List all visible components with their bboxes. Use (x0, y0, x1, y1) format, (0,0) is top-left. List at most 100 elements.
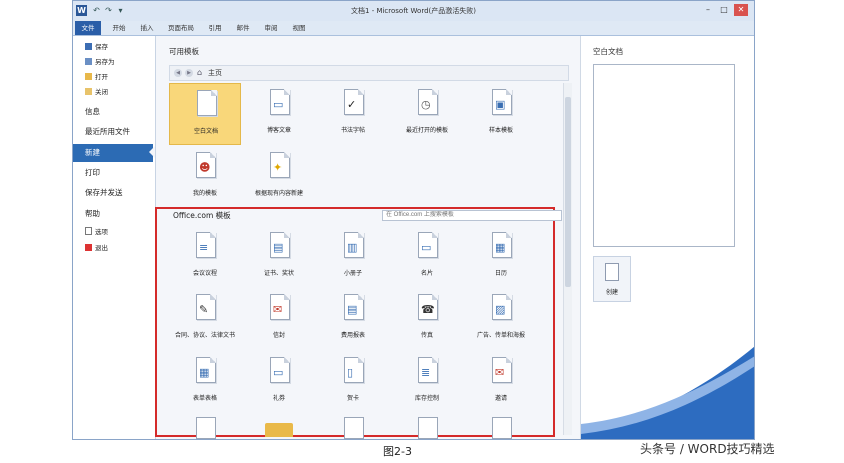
open-folder-icon (85, 73, 92, 80)
template-forms[interactable]: ▦ 表单表格 (169, 351, 241, 413)
template-label: 贺卡 (346, 395, 359, 402)
partial-template-icon[interactable] (418, 417, 438, 439)
tab-file[interactable]: 文件 (75, 21, 101, 35)
tab-review[interactable]: 审阅 (259, 21, 283, 35)
tab-page-layout[interactable]: 页面布局 (163, 21, 199, 35)
template-fax[interactable]: ☎ 传真 (391, 288, 463, 350)
template-label: 传真 (420, 332, 433, 339)
list-icon: ≣ (421, 366, 431, 379)
template-business-cards[interactable]: ▭ 名片 (391, 226, 463, 288)
tab-view[interactable]: 视图 (287, 21, 311, 35)
template-label: 广告、传单和海报 (476, 332, 525, 339)
template-label: 博客文章 (266, 127, 291, 134)
template-flyers[interactable]: ▨ 广告、传单和海报 (465, 288, 537, 350)
forward-icon[interactable]: ▶ (185, 69, 193, 77)
office-search-input[interactable] (382, 210, 562, 221)
nav-help[interactable]: 帮助 (85, 206, 100, 222)
template-recent[interactable]: ◷ 最近打开的模板 (391, 83, 463, 145)
template-blog-post[interactable]: ▭ 博客文章 (243, 83, 315, 145)
templates-scrollbar[interactable] (563, 83, 572, 435)
template-calligraphy[interactable]: ✓ 书法字帖 (317, 83, 389, 145)
available-templates-heading: 可用模板 (169, 47, 199, 56)
template-invitations[interactable]: ✉ 邀请 (465, 351, 537, 413)
template-label: 书法字帖 (340, 127, 365, 134)
template-sample[interactable]: ▣ 样本模板 (465, 83, 537, 145)
close-document-icon (85, 88, 92, 95)
template-label: 名片 (420, 270, 433, 277)
create-button[interactable]: 创建 (593, 256, 631, 302)
star-icon: ✦ (273, 161, 283, 174)
minimize-button[interactable]: – (701, 4, 715, 16)
window-title: 文档1 - Microsoft Word(产品激活失败) (351, 7, 476, 15)
template-calendars[interactable]: ▦ 日历 (465, 226, 537, 288)
card-fold-icon: ▯ (347, 366, 354, 379)
calendar-icon: ▦ (495, 241, 506, 254)
breadcrumb: ◀ ▶ ⌂ 主页 (169, 65, 569, 81)
folder-icon[interactable] (265, 423, 293, 437)
monitor-icon: ▣ (495, 98, 506, 111)
close-button[interactable]: ✕ (734, 4, 748, 16)
nav-close[interactable]: 关闭 (85, 86, 108, 98)
template-label: 表单表格 (192, 395, 217, 402)
decorative-swoosh (581, 346, 754, 439)
nav-save-as-label: 另存为 (95, 58, 115, 66)
template-from-existing[interactable]: ✦ 根据现有内容新建 (243, 146, 315, 208)
nav-open-label: 打开 (95, 73, 108, 81)
create-label: 创建 (605, 289, 618, 296)
home-icon[interactable]: ⌂ (197, 68, 206, 77)
tab-mailings[interactable]: 邮件 (231, 21, 255, 35)
breadcrumb-home[interactable]: 主页 (208, 66, 222, 80)
template-gift-certificates[interactable]: ▭ 礼券 (243, 351, 315, 413)
fax-icon: ☎ (421, 303, 435, 316)
tab-home[interactable]: 开始 (107, 21, 131, 35)
signature-icon: ✎ (199, 303, 209, 316)
nav-save-send[interactable]: 保存并发送 (85, 185, 123, 201)
tab-insert[interactable]: 插入 (135, 21, 159, 35)
tab-references[interactable]: 引用 (203, 21, 227, 35)
nav-exit-label: 退出 (95, 244, 108, 252)
nav-open[interactable]: 打开 (85, 71, 108, 83)
template-meeting-agenda[interactable]: ≡ 会议议程 (169, 226, 241, 288)
template-envelopes[interactable]: ✉ 信封 (243, 288, 315, 350)
template-brochures[interactable]: ▥ 小册子 (317, 226, 389, 288)
watermark-text: 头条号 / WORD技巧精选 (640, 442, 775, 456)
template-my-templates[interactable]: ☻ 我的模板 (169, 146, 241, 208)
nav-close-label: 关闭 (95, 88, 108, 96)
nav-recent[interactable]: 最近所用文件 (85, 124, 130, 140)
grid-icon: ▦ (199, 366, 210, 379)
ticket-icon: ▭ (273, 366, 284, 379)
template-expense-reports[interactable]: ▤ 费用报表 (317, 288, 389, 350)
maximize-button[interactable]: □ (717, 4, 731, 16)
invite-icon: ✉ (495, 366, 505, 379)
template-label: 证书、奖状 (263, 270, 294, 277)
template-contracts[interactable]: ✎ 合同、协议、法律文书 (169, 288, 241, 350)
office-templates-title: Office.com 模板 (173, 211, 231, 220)
nav-print[interactable]: 打印 (85, 165, 100, 181)
template-label: 最近打开的模板 (405, 127, 448, 134)
table-icon: ▤ (347, 303, 358, 316)
template-greeting-cards[interactable]: ▯ 贺卡 (317, 351, 389, 413)
back-icon[interactable]: ◀ (174, 69, 182, 77)
partial-template-icon[interactable] (492, 417, 512, 439)
nav-options[interactable]: 选项 (85, 226, 108, 238)
title-bar: W ↶ ↷ ▾ 文档1 - Microsoft Word(产品激活失败) – □… (73, 1, 754, 22)
template-blank-document[interactable]: 空白文档 (169, 83, 241, 145)
template-label: 信封 (272, 332, 285, 339)
template-certificates[interactable]: ▤ 证书、奖状 (243, 226, 315, 288)
preview-pane: 空白文档 创建 (580, 36, 754, 439)
template-label: 库存控制 (414, 395, 439, 402)
nav-info[interactable]: 信息 (85, 104, 100, 120)
award-icon: ▤ (273, 241, 284, 254)
template-label: 日历 (494, 270, 507, 277)
template-label: 费用报表 (340, 332, 365, 339)
nav-new[interactable]: 新建 (73, 144, 153, 162)
scrollbar-thumb[interactable] (565, 97, 571, 287)
nav-save[interactable]: 保存 (85, 41, 108, 53)
partial-template-icon[interactable] (196, 417, 216, 439)
pen-icon: ✓ (347, 98, 357, 111)
nav-exit[interactable]: 退出 (85, 242, 108, 254)
lines-icon: ≡ (199, 241, 209, 254)
partial-template-icon[interactable] (344, 417, 364, 439)
nav-save-as[interactable]: 另存为 (85, 56, 115, 68)
template-inventory[interactable]: ≣ 库存控制 (391, 351, 463, 413)
